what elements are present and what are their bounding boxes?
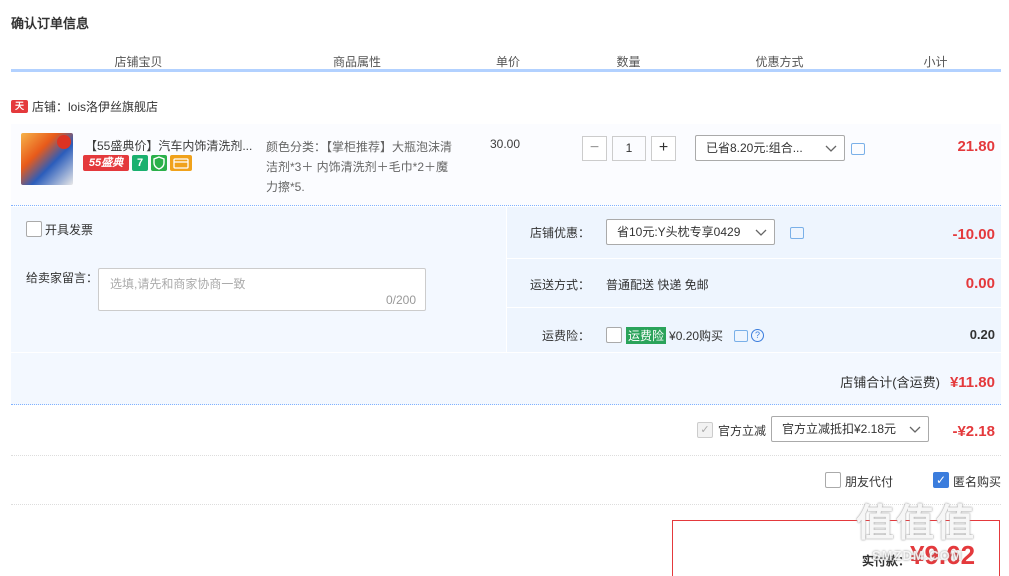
chevron-down-icon: [825, 140, 837, 160]
anonymous-purchase-label: 匿名购买: [953, 475, 1002, 489]
freight-insurance-tag: 运费险: [626, 327, 667, 344]
product-title-link[interactable]: 【55盛典价】汽车内饰清洗剂...: [85, 137, 255, 154]
increase-quantity-button[interactable]: +: [651, 136, 676, 161]
col-header-discount: 优惠方式: [755, 55, 804, 69]
shipping-method: 普通配送 快递 免邮: [606, 278, 709, 292]
shop-total-row: 店铺合计(含运费) ¥11.80: [600, 372, 995, 391]
freight-insurance-price: ¥0.20购买: [669, 329, 724, 343]
credit-card-icon[interactable]: [170, 155, 192, 171]
official-discount-value: 官方立减抵扣¥2.18元: [782, 422, 897, 436]
header-divider: [11, 69, 1001, 72]
shop-discount-amount: -10.00: [952, 226, 995, 243]
chat-icon[interactable]: [734, 329, 749, 342]
item-discount-select[interactable]: 已省8.20元:组合...: [695, 135, 845, 161]
item-discount-value: 已省8.20元:组合...: [706, 141, 803, 155]
col-header-shop-item: 店铺宝贝: [114, 55, 163, 69]
divider: [506, 258, 1001, 259]
col-header-quantity: 数量: [616, 55, 641, 69]
shop-discount-value: 省10元:Y头枕专享0429: [617, 225, 741, 239]
message-label: 给卖家留言：: [26, 271, 99, 285]
chat-icon[interactable]: [851, 143, 865, 155]
official-discount-amount: -¥2.18: [952, 423, 995, 440]
divider: [506, 307, 1001, 308]
friend-pay-label: 朋友代付: [845, 475, 894, 489]
shop-discount-select[interactable]: 省10元:Y头枕专享0429: [606, 219, 775, 245]
shipping-amount: 0.00: [965, 275, 995, 292]
shop-row: 天猫 店铺：lois洛伊丝旗舰店: [11, 98, 158, 124]
freight-insurance-option: 运费险 ¥0.20购买 ?: [626, 327, 765, 344]
guarantee-shield-icon[interactable]: [151, 155, 167, 171]
freight-insurance-checkbox[interactable]: [606, 327, 622, 343]
product-thumbnail[interactable]: [21, 133, 73, 185]
shop-name-link[interactable]: 店铺：lois洛伊丝旗舰店: [32, 98, 158, 115]
watermark-logo: 值值值: [856, 503, 977, 545]
chevron-down-icon: [755, 224, 767, 244]
invoice-label: 开具发票: [45, 223, 94, 237]
product-attributes: 颜色分类：【掌柜推荐】大瓶泡沫清洁剂*3＋ 内饰清洗剂＋毛巾*2＋魔力擦*5.: [266, 140, 453, 194]
friend-pay-checkbox[interactable]: [825, 472, 841, 488]
freight-insurance-amount: 0.20: [969, 327, 995, 342]
watermark-text: SMZDM.COM: [872, 548, 963, 563]
anonymous-purchase-checkbox[interactable]: ✓: [933, 472, 949, 488]
unit-price: 30.00: [490, 137, 521, 151]
shipping-label: 运送方式：: [530, 278, 591, 292]
product-badges: 55盛典 7: [83, 155, 192, 171]
promo-55-badge[interactable]: 55盛典: [83, 155, 129, 171]
freight-insurance-label: 运费险：: [542, 329, 591, 343]
official-discount-checkbox[interactable]: ✓: [697, 422, 713, 438]
official-discount-label: 官方立减: [718, 424, 767, 438]
message-char-counter: 0/200: [385, 293, 416, 307]
divider: [11, 504, 1001, 505]
item-subtotal: 21.80: [957, 138, 995, 155]
help-icon[interactable]: ?: [751, 329, 765, 342]
col-header-attributes: 商品属性: [332, 55, 381, 69]
seven-day-return-icon[interactable]: 7: [132, 155, 148, 171]
page-title: 确认订单信息: [11, 16, 90, 31]
message-textarea[interactable]: 选填,请先和商家协商一致 0/200: [98, 268, 426, 311]
col-header-unit-price: 单价: [495, 55, 520, 69]
decrease-quantity-button[interactable]: −: [582, 136, 607, 161]
divider: [11, 455, 1001, 456]
invoice-checkbox[interactable]: [26, 221, 42, 237]
shop-total-label: 店铺合计(含运费): [840, 375, 940, 390]
col-header-subtotal: 小计: [923, 55, 948, 69]
shop-total-amount: ¥11.80: [949, 374, 995, 391]
shop-discount-label: 店铺优惠：: [530, 226, 591, 240]
message-placeholder: 选填,请先和商家协商一致: [110, 277, 246, 291]
divider: [11, 352, 1001, 353]
chat-icon[interactable]: [790, 227, 804, 239]
quantity-input[interactable]: 1: [612, 136, 646, 161]
tmall-icon: 天猫: [11, 100, 28, 124]
quantity-stepper: − 1 +: [582, 136, 676, 161]
